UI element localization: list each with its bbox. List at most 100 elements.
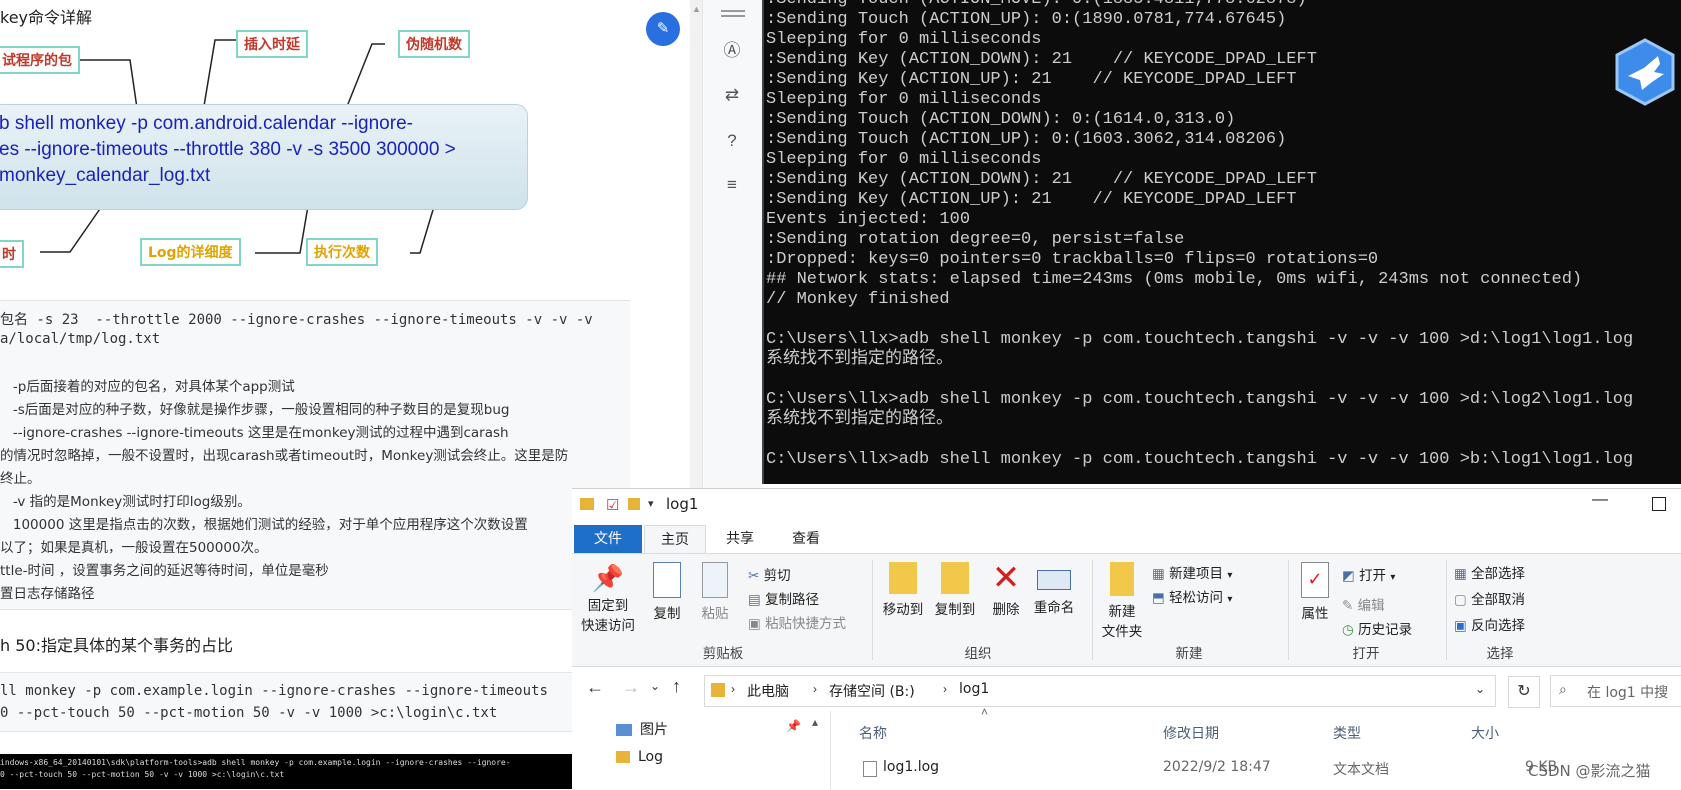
nav-scroll-up-icon[interactable]: ▴ <box>812 715 818 729</box>
copy-path-label: 复制路径 <box>765 592 820 608</box>
terminal-snippet-line: indows-x86_64_20140101\sdk\platform-tool… <box>0 758 511 767</box>
cut-label: 剪切 <box>763 568 791 584</box>
search-box[interactable]: ⌕ 在 log1 中搜 <box>1550 675 1681 707</box>
file-date: 2022/9/2 18:47 <box>1163 759 1271 775</box>
select-none-button[interactable]: ▢ 全部取消 <box>1454 588 1525 608</box>
breadcrumb-drive[interactable]: 存储空间 (B:) <box>829 681 915 701</box>
folder-icon <box>711 683 725 697</box>
new-item-label: 新建项目 <box>1169 566 1224 582</box>
callout-insert-delay: 插入时延 <box>236 30 308 58</box>
chevron-right-icon: › <box>943 682 947 696</box>
history-label: 历史记录 <box>1358 622 1413 638</box>
maximize-button[interactable] <box>1652 497 1666 511</box>
delete-button[interactable]: ✕ 删除 <box>986 560 1026 618</box>
select-all-button[interactable]: ▦ 全部选择 <box>1454 562 1525 582</box>
edit-label: 编辑 <box>1357 598 1385 614</box>
edit-button[interactable]: ✎ 编辑 <box>1342 594 1385 614</box>
nav-item-log[interactable]: Log <box>616 749 663 765</box>
invert-selection-label: 反向选择 <box>1471 618 1526 634</box>
open-button[interactable]: ◩ 打开 ▾ <box>1342 564 1395 584</box>
refresh-button[interactable]: ↻ <box>1508 676 1540 708</box>
new-folder-button[interactable]: 新建 文件夹 <box>1098 562 1146 640</box>
copy-to-label: 复制到 <box>934 602 976 618</box>
ribbon-tabs: 文件 主页 共享 查看 <box>572 525 1681 554</box>
group-select: 选择 <box>1486 646 1514 662</box>
address-bar[interactable]: › 此电脑 › 存储空间 (B:) › log1 ⌄ <box>704 675 1496 707</box>
easy-access-label: 轻松访问 <box>1169 590 1224 606</box>
back-arrow-icon[interactable]: ← <box>586 677 604 698</box>
paste-shortcut-label: 粘贴快捷方式 <box>765 616 847 632</box>
select-all-label: 全部选择 <box>1471 566 1526 582</box>
help-icon[interactable]: ? <box>719 128 745 154</box>
settings-sliders-icon[interactable]: ≡ <box>719 172 745 198</box>
code1-line-2: a/local/tmp/log.txt <box>0 331 161 347</box>
easy-access-icon: ⬒ <box>1152 590 1165 606</box>
tab-home[interactable]: 主页 <box>644 525 706 554</box>
window-title: log1 <box>666 495 699 513</box>
title-bar: ☑ ▾ log1 — <box>572 489 1681 525</box>
address-dropdown-icon[interactable]: ⌄ <box>1475 682 1485 696</box>
breadcrumb-folder[interactable]: log1 <box>959 681 989 697</box>
copy-button[interactable]: 复制 <box>646 562 688 622</box>
bird-app-icon[interactable] <box>1614 38 1676 106</box>
ribbon-divider <box>1092 560 1093 660</box>
edit-pencil-icon: ✎ <box>1342 598 1354 614</box>
properties-button[interactable]: ✓ 属性 <box>1294 562 1336 622</box>
edit-fab-button[interactable]: ✎ <box>646 12 680 46</box>
navigation-pane: 图片 📌 ▴ Log <box>572 711 830 790</box>
cut-button[interactable]: ✂ 剪切 <box>748 564 791 584</box>
select-none-label: 全部取消 <box>1471 592 1526 608</box>
properties-check-icon: ✓ <box>1301 562 1329 598</box>
file-name: log1.log <box>883 759 940 775</box>
copy-path-icon: ▤ <box>748 592 761 608</box>
copy-to-button[interactable]: 复制到 <box>930 562 980 618</box>
properties-label: 属性 <box>1301 606 1329 622</box>
ribbon-divider <box>1288 560 1289 660</box>
recent-locations-chevron-icon[interactable]: ⌄ <box>650 679 660 693</box>
forward-arrow-icon[interactable]: → <box>622 677 640 698</box>
history-button[interactable]: ◷ 历史记录 <box>1342 618 1412 638</box>
pin-label-2: 快速访问 <box>581 618 635 634</box>
copy-path-button[interactable]: ▤ 复制路径 <box>748 588 819 608</box>
command-diagram-box: b shell monkey -p com.android.calendar -… <box>0 104 528 210</box>
explanation-line: 终止。 <box>0 471 41 487</box>
invert-selection-button[interactable]: ▣ 反向选择 <box>1454 614 1525 634</box>
paste-shortcut-button[interactable]: ▣ 粘贴快捷方式 <box>748 612 846 632</box>
rename-label: 重命名 <box>1033 600 1075 616</box>
clipboard-icon <box>702 562 728 598</box>
easy-access-button[interactable]: ⬒ 轻松访问 ▾ <box>1152 586 1232 606</box>
paste-button[interactable]: 粘贴 <box>694 562 736 622</box>
group-clipboard: 剪贴板 <box>702 646 744 662</box>
new-item-button[interactable]: ▦ 新建项目 ▾ <box>1152 562 1232 582</box>
menu-icon[interactable] <box>721 10 745 12</box>
tab-share[interactable]: 共享 <box>710 525 770 553</box>
quick-access-dropdown-icon[interactable]: ▾ <box>648 497 654 510</box>
console-line: Events injected: 100 <box>766 210 971 229</box>
rename-button[interactable]: 重命名 <box>1030 562 1078 616</box>
properties-quick-icon[interactable]: ☑ <box>606 496 619 514</box>
move-to-button[interactable]: 移动到 <box>878 562 928 618</box>
pin-icon[interactable]: 📌 <box>786 719 801 733</box>
new-folder-label: 新建 <box>1108 604 1136 620</box>
delete-x-icon: ✕ <box>991 558 1021 598</box>
explanation-line: 100000 这里是指点击的次数，根据她们测试的经验，对于单个应用程序这个次数设… <box>0 517 528 533</box>
translate-icon[interactable]: ⇄ <box>719 82 745 108</box>
text-recognition-icon[interactable]: Ⓐ <box>719 38 745 64</box>
tab-view[interactable]: 查看 <box>776 525 836 553</box>
move-to-icon <box>889 562 917 594</box>
terminal-snippet-line: 0 --pct-touch 50 --pct-motion 50 -v -v 1… <box>0 770 285 779</box>
up-arrow-icon[interactable]: ↑ <box>672 676 681 697</box>
new-folder-quick-icon[interactable] <box>628 498 640 510</box>
folder-icon <box>616 751 630 763</box>
nav-item-pictures[interactable]: 图片 <box>616 719 668 739</box>
ribbon-divider <box>1446 560 1447 660</box>
edit-icon: ✎ <box>656 20 670 37</box>
pin-icon: 📌 <box>591 564 625 594</box>
explanation-line: 以了；如果是真机，一般设置在500000次。 <box>0 540 268 556</box>
pin-quick-access-button[interactable]: 📌 固定到 快速访问 <box>578 564 638 634</box>
tab-file[interactable]: 文件 <box>574 525 642 553</box>
scroll-up-arrow-icon[interactable]: ▲ <box>692 4 701 14</box>
breadcrumb-this-pc[interactable]: 此电脑 <box>747 681 789 701</box>
console-line: :Sending Touch (ACTION_UP): 0:(1603.3062… <box>766 130 1287 149</box>
minimize-button[interactable]: — <box>1592 491 1608 509</box>
